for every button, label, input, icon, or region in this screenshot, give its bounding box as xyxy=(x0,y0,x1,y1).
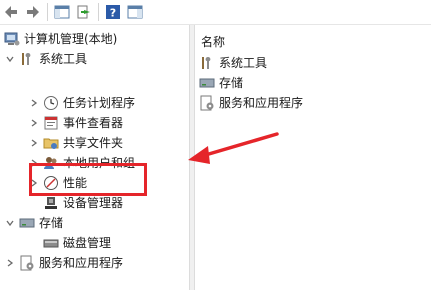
tree-item-label: 磁盘管理 xyxy=(63,236,112,250)
tree-item-shared-folders[interactable]: 共享文件夹 xyxy=(28,133,123,153)
tree-item-label: 计算机管理(本地) xyxy=(24,32,118,46)
tree-item-label: 任务计划程序 xyxy=(63,96,136,110)
list-item-label: 存储 xyxy=(219,76,244,90)
show-action-pane-button[interactable] xyxy=(124,2,146,22)
chevron-right-icon[interactable] xyxy=(28,115,40,131)
toolbar-separator xyxy=(98,3,99,21)
toolbar: ? xyxy=(0,0,431,25)
tree-item-label: 设备管理器 xyxy=(63,196,124,210)
show-console-tree-icon xyxy=(54,5,70,19)
svg-text:?: ? xyxy=(110,7,116,20)
chevron-right-icon[interactable] xyxy=(28,135,40,151)
storage-icon xyxy=(19,215,35,231)
list-item-storage[interactable]: 存储 xyxy=(199,73,243,93)
help-button[interactable]: ? xyxy=(102,2,124,22)
clock-icon xyxy=(43,95,59,111)
list-item-system-tools[interactable]: 系统工具 xyxy=(199,53,267,73)
tree-item-services-applications[interactable]: 服务和应用程序 xyxy=(4,253,123,273)
tree-item-device-manager[interactable]: 设备管理器 xyxy=(43,193,123,213)
chevron-right-icon[interactable] xyxy=(4,255,16,271)
list-item-label: 系统工具 xyxy=(219,56,268,70)
computer-management-icon xyxy=(4,31,20,47)
forward-button[interactable] xyxy=(22,2,44,22)
tree-item-storage[interactable]: 存储 xyxy=(4,213,63,233)
chevron-down-icon[interactable] xyxy=(4,215,16,231)
tree-item-system-tools[interactable]: 系统工具 xyxy=(4,49,87,69)
annotation-highlight-box xyxy=(29,163,147,196)
storage-icon xyxy=(199,75,215,91)
chevron-down-icon[interactable] xyxy=(4,51,16,67)
tree-item-label: 系统工具 xyxy=(39,52,88,66)
services-icon xyxy=(19,255,35,271)
tools-icon xyxy=(199,55,215,71)
column-header-name[interactable]: 名称 xyxy=(201,33,225,50)
device-manager-icon xyxy=(43,195,59,211)
toolbar-separator xyxy=(47,3,48,21)
tree-item-computer-management[interactable]: 计算机管理(本地) xyxy=(4,29,117,49)
event-viewer-icon xyxy=(43,115,59,131)
back-button[interactable] xyxy=(0,2,22,22)
tree-item-disk-management[interactable]: 磁盘管理 xyxy=(43,233,111,253)
tree-item-event-viewer[interactable]: 事件查看器 xyxy=(28,113,123,133)
help-icon: ? xyxy=(106,5,120,20)
shared-folder-icon xyxy=(43,135,59,151)
export-list-button[interactable] xyxy=(73,2,95,22)
back-arrow-icon xyxy=(5,6,17,18)
console-tree: 计算机管理(本地) 系统工具 任务计划程序 事件查看器 共享文件夹 本地用户和组… xyxy=(0,25,189,290)
tree-item-label: 共享文件夹 xyxy=(63,136,124,150)
list-item-label: 服务和应用程序 xyxy=(219,96,304,110)
tree-item-label: 存储 xyxy=(39,216,64,230)
tree-item-label: 服务和应用程序 xyxy=(39,256,124,270)
services-icon xyxy=(199,95,215,111)
forward-arrow-icon xyxy=(27,6,39,18)
annotation-arrow-icon xyxy=(188,132,279,164)
tree-item-label: 事件查看器 xyxy=(63,116,124,130)
export-list-icon xyxy=(77,5,90,19)
tree-item-task-scheduler[interactable]: 任务计划程序 xyxy=(28,93,135,113)
chevron-right-icon[interactable] xyxy=(28,95,40,111)
show-hide-console-tree-button[interactable] xyxy=(51,2,73,22)
disk-management-icon xyxy=(43,235,59,251)
show-action-pane-icon xyxy=(127,5,143,19)
tools-icon xyxy=(19,51,35,67)
